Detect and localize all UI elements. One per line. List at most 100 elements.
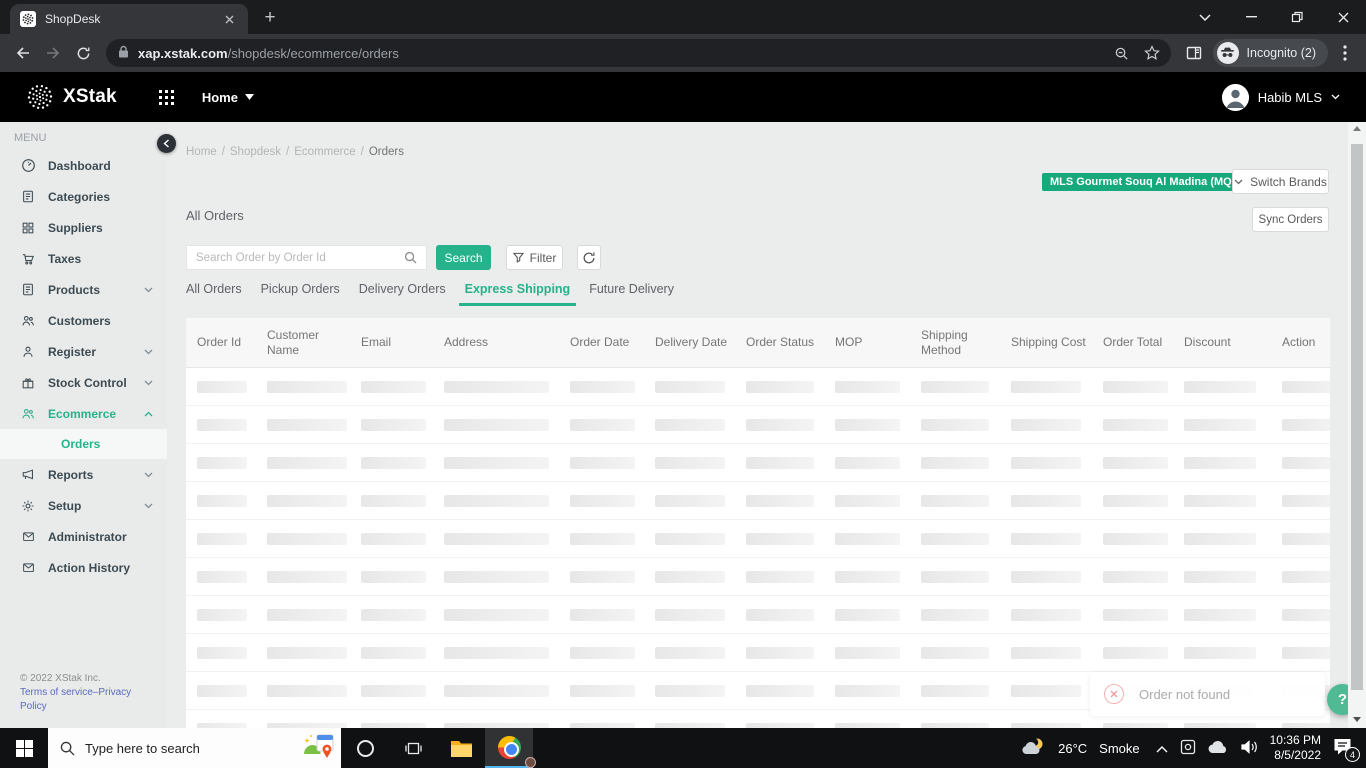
window-close-button[interactable] (1320, 0, 1366, 34)
order-search-field[interactable] (186, 245, 427, 270)
filter-button[interactable]: Filter (506, 245, 563, 270)
sync-orders-button[interactable]: Sync Orders (1252, 207, 1329, 232)
start-button[interactable] (0, 728, 48, 768)
volume-icon[interactable] (1241, 739, 1258, 757)
skeleton-bar (655, 608, 725, 621)
tab-delivery-orders[interactable]: Delivery Orders (359, 282, 446, 306)
tab-express-shipping[interactable]: Express Shipping (458, 282, 576, 306)
window-restore-button[interactable] (1274, 0, 1320, 34)
sidebar-item-products[interactable]: Products (0, 274, 167, 305)
skeleton-bar (1282, 722, 1330, 728)
sidebar-collapse-button[interactable] (157, 134, 176, 153)
sidebar-item-customers[interactable]: Customers (0, 305, 167, 336)
sidebar-item-taxes[interactable]: Taxes (0, 243, 167, 274)
switch-brands-button[interactable]: Switch Brands (1232, 169, 1329, 194)
window-minimize-button[interactable] (1228, 0, 1274, 34)
sidebar-item-label: Taxes (48, 251, 82, 266)
browser-menu-icon[interactable] (1332, 38, 1358, 68)
skeleton-bar (1011, 570, 1081, 583)
scrollbar-thumb[interactable] (1351, 144, 1363, 690)
url-domain: xap.xstak.com (138, 45, 228, 61)
tab-title: ShopDesk (45, 12, 101, 26)
browser-toolbar: xap.xstak.com/shopdesk/ecommerce/orders … (0, 34, 1366, 72)
refresh-button[interactable] (577, 245, 601, 270)
breadcrumb-item[interactable]: Ecommerce (294, 146, 355, 158)
taskbar-search-input[interactable] (85, 740, 293, 756)
setup-icon (20, 498, 36, 514)
ecommerce-icon (20, 406, 36, 422)
skeleton-bar (921, 532, 989, 545)
address-bar[interactable]: xap.xstak.com/shopdesk/ecommerce/orders (106, 39, 1171, 67)
sidebar-item-dashboard[interactable]: Dashboard (0, 150, 167, 181)
action-center-icon[interactable]: 4 (1333, 738, 1360, 762)
skeleton-bar (1184, 608, 1256, 621)
sidebar-item-action-history[interactable]: Action History (0, 552, 167, 583)
breadcrumb-item[interactable]: Home (186, 146, 217, 158)
task-view-icon[interactable] (389, 728, 437, 768)
sidebar-item-suppliers[interactable]: Suppliers (0, 212, 167, 243)
file-explorer-icon[interactable] (437, 728, 485, 768)
sidebar-item-administrator[interactable]: Administrator (0, 521, 167, 552)
skeleton-bar (267, 380, 347, 393)
user-menu[interactable]: Habib MLS (1221, 83, 1340, 111)
scroll-up-arrow-icon[interactable] (1348, 126, 1366, 131)
taskbar-clock[interactable]: 10:36 PM 8/5/2022 (1270, 733, 1321, 763)
tab-pickup-orders[interactable]: Pickup Orders (261, 282, 340, 306)
back-button[interactable] (8, 38, 38, 68)
widgets-weather-icon[interactable] (303, 732, 337, 765)
side-panel-icon[interactable] (1179, 38, 1209, 68)
sidebar-item-ecommerce[interactable]: Ecommerce (0, 398, 167, 429)
zoom-page-icon[interactable] (1109, 40, 1135, 66)
meet-now-icon[interactable] (1180, 739, 1196, 758)
tab-close-icon[interactable] (220, 10, 238, 28)
help-button[interactable]: ? (1327, 684, 1348, 715)
weather-condition-label[interactable]: Smoke (1099, 741, 1139, 756)
sidebar-item-stock-control[interactable]: Stock Control (0, 367, 167, 398)
new-tab-button[interactable]: + (256, 4, 284, 32)
search-input[interactable] (196, 251, 398, 264)
breadcrumb-item[interactable]: Shopdesk (230, 146, 281, 158)
taskbar-search[interactable] (48, 728, 341, 768)
temperature-label[interactable]: 26°C (1058, 741, 1087, 756)
url-text: xap.xstak.com/shopdesk/ecommerce/orders (138, 46, 399, 61)
sidebar-item-register[interactable]: Register (0, 336, 167, 367)
clock-time: 10:36 PM (1269, 733, 1321, 747)
app-header: XStak Home Habib MLS (0, 72, 1366, 122)
search-button[interactable]: Search (436, 245, 491, 270)
skeleton-bar (267, 608, 347, 621)
tab-all-orders[interactable]: All Orders (186, 282, 242, 306)
weather-moon-cloud-icon[interactable] (1021, 737, 1046, 759)
browser-tab[interactable]: ShopDesk (10, 4, 248, 34)
skeleton-bar (746, 684, 814, 697)
bookmark-star-icon[interactable] (1139, 40, 1165, 66)
scroll-down-arrow-icon[interactable] (1348, 717, 1366, 722)
home-menu[interactable]: Home (202, 90, 254, 105)
page-scrollbar[interactable] (1348, 122, 1366, 728)
app-grid-icon[interactable] (158, 89, 174, 105)
xstak-logo[interactable]: XStak (26, 83, 117, 111)
skeleton-bar (444, 684, 549, 697)
sidebar-subitem-orders[interactable]: Orders (0, 429, 167, 459)
forward-button[interactable] (38, 38, 68, 68)
terms-link[interactable]: Terms of service (20, 687, 93, 698)
column-header-discount: Discount (1184, 335, 1231, 350)
onedrive-cloud-icon[interactable] (1208, 740, 1229, 757)
breadcrumb-item[interactable]: Orders (369, 146, 404, 158)
tray-expand-chevron-icon[interactable] (1156, 741, 1168, 756)
tab-search-chevron-icon[interactable] (1182, 0, 1228, 34)
sidebar-item-reports[interactable]: Reports (0, 459, 167, 490)
column-header-order-status: Order Status (746, 335, 815, 350)
sidebar-item-setup[interactable]: Setup (0, 490, 167, 521)
cortana-icon[interactable] (341, 728, 389, 768)
skeleton-bar (1184, 418, 1256, 431)
sidebar-item-categories[interactable]: Categories (0, 181, 167, 212)
tab-future-delivery[interactable]: Future Delivery (589, 282, 674, 306)
skeleton-bar (1184, 380, 1256, 393)
skeleton-bar (197, 456, 247, 469)
register-icon (20, 344, 36, 360)
reload-button[interactable] (68, 38, 98, 68)
chrome-taskbar-icon[interactable] (485, 728, 536, 768)
skeleton-bar (570, 646, 635, 659)
incognito-badge[interactable]: Incognito (2) (1212, 39, 1328, 67)
skeleton-bar (655, 494, 725, 507)
